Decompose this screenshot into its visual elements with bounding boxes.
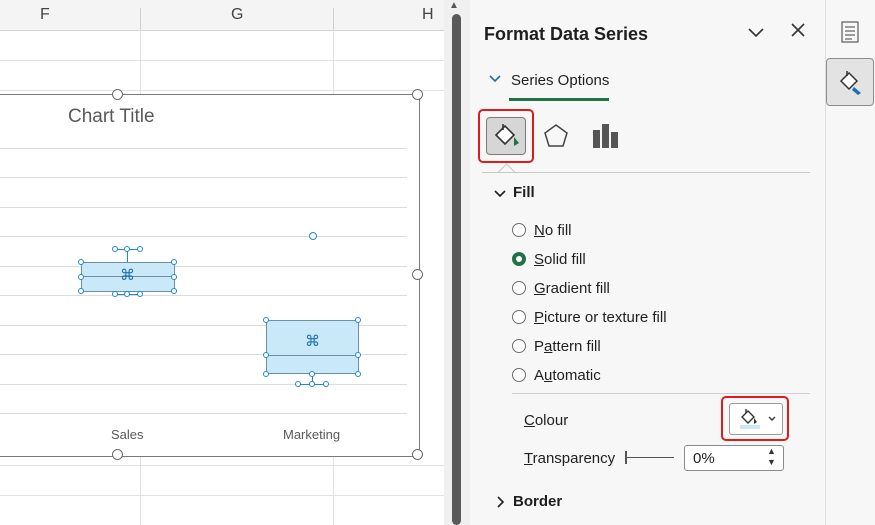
cell-gridline [0, 90, 444, 91]
selection-point[interactable] [263, 371, 269, 377]
selection-point[interactable] [112, 291, 118, 297]
marketing-median-line [267, 355, 358, 356]
selection-point[interactable] [78, 274, 84, 280]
radio-solid-fill[interactable] [512, 252, 526, 266]
chart-title[interactable]: Chart Title [68, 106, 155, 128]
selection-point[interactable] [171, 259, 177, 265]
transparency-label: Transparency [524, 450, 616, 467]
chevron-down-icon[interactable] [488, 72, 502, 89]
chart-resize-handle[interactable] [112, 89, 123, 100]
chevron-right-icon[interactable] [493, 495, 507, 512]
chevron-down-icon[interactable] [746, 22, 766, 47]
pane-divider [482, 172, 810, 173]
worksheet-grid[interactable]: F G H Chart Title ⌘ ⌘ Sales Marketing [0, 0, 444, 525]
column-header-g[interactable]: G [231, 6, 243, 24]
chart-gridline [0, 266, 407, 267]
selection-point[interactable] [124, 291, 130, 297]
cell-gridline [0, 60, 444, 61]
format-shape-button[interactable] [826, 58, 874, 106]
radio-pattern-fill[interactable] [512, 339, 526, 353]
chart-resize-handle[interactable] [412, 269, 423, 280]
category-label-marketing: Marketing [283, 427, 341, 442]
close-icon[interactable] [788, 20, 808, 46]
pane-title: Format Data Series [484, 24, 649, 44]
paint-brush-icon [839, 71, 861, 95]
selection-point[interactable] [137, 291, 143, 297]
option-no-fill-label[interactable]: No fill [534, 222, 572, 239]
option-automatic-label[interactable]: Automatic [534, 367, 601, 384]
fill-section-heading[interactable]: Fill [513, 184, 535, 201]
selection-point[interactable] [309, 381, 315, 387]
transparency-slider[interactable] [626, 457, 674, 458]
series-options-dropdown[interactable]: Series Options [511, 72, 609, 89]
chart-gridline [0, 295, 407, 296]
selection-point[interactable] [78, 288, 84, 294]
move-icon: ⌘ [305, 333, 320, 350]
selection-point[interactable] [171, 288, 177, 294]
chart-area[interactable] [0, 94, 420, 457]
column-header-h[interactable]: H [422, 6, 434, 24]
selection-point[interactable] [124, 246, 130, 252]
selection-point[interactable] [78, 259, 84, 265]
section-divider [512, 393, 810, 394]
column-divider[interactable] [140, 8, 141, 30]
selection-point[interactable] [112, 246, 118, 252]
document-properties-icon[interactable] [840, 20, 860, 49]
column-header-row: F G H [0, 0, 444, 31]
cell-gridline [0, 465, 444, 466]
radio-gradient-fill[interactable] [512, 281, 526, 295]
radio-no-fill[interactable] [512, 223, 526, 237]
selection-point[interactable] [355, 352, 361, 358]
radio-automatic[interactable] [512, 368, 526, 382]
option-solid-fill-label[interactable]: Solid fill [534, 251, 586, 268]
option-pattern-fill-label[interactable]: Pattern fill [534, 338, 601, 355]
scrollbar-thumb[interactable] [452, 14, 461, 525]
selection-point[interactable] [295, 381, 301, 387]
chart-gridline [0, 413, 407, 414]
chart-gridline [0, 177, 407, 178]
highlight-box [478, 109, 534, 163]
selection-point[interactable] [171, 274, 177, 280]
move-icon: ⌘ [120, 267, 135, 284]
selection-point[interactable] [137, 246, 143, 252]
chart-gridline [0, 207, 407, 208]
active-section-underline [509, 98, 609, 101]
option-gradient-fill-label[interactable]: Gradient fill [534, 280, 610, 297]
cell-gridline [0, 495, 444, 496]
chart-gridline [0, 148, 407, 149]
chevron-down-icon[interactable] [493, 187, 507, 204]
border-section-heading[interactable]: Border [513, 493, 562, 510]
selection-point[interactable] [309, 371, 315, 377]
pentagon-effects-icon[interactable] [542, 122, 570, 155]
spinner-arrows-icon[interactable]: ▲ ▼ [767, 446, 776, 468]
chart-gridline [0, 384, 407, 385]
scroll-up-icon[interactable]: ▲ [449, 0, 459, 11]
colour-label: Colour [524, 412, 569, 429]
selection-point[interactable] [323, 381, 329, 387]
column-divider[interactable] [333, 8, 334, 30]
chart-resize-handle[interactable] [112, 449, 123, 460]
selection-point[interactable] [355, 317, 361, 323]
highlight-box [721, 396, 789, 441]
chart-resize-handle[interactable] [412, 89, 423, 100]
radio-picture-fill[interactable] [512, 310, 526, 324]
series-options-bars-icon[interactable] [592, 122, 620, 155]
marketing-outlier-point[interactable] [309, 232, 317, 240]
selection-point[interactable] [263, 352, 269, 358]
selection-point[interactable] [355, 371, 361, 377]
column-header-f[interactable]: F [40, 6, 50, 24]
category-label-sales: Sales [111, 427, 144, 442]
chart-resize-handle[interactable] [412, 449, 423, 460]
selection-point[interactable] [263, 317, 269, 323]
chart-gridline [0, 236, 407, 237]
option-picture-fill-label[interactable]: Picture or texture fill [534, 309, 667, 326]
